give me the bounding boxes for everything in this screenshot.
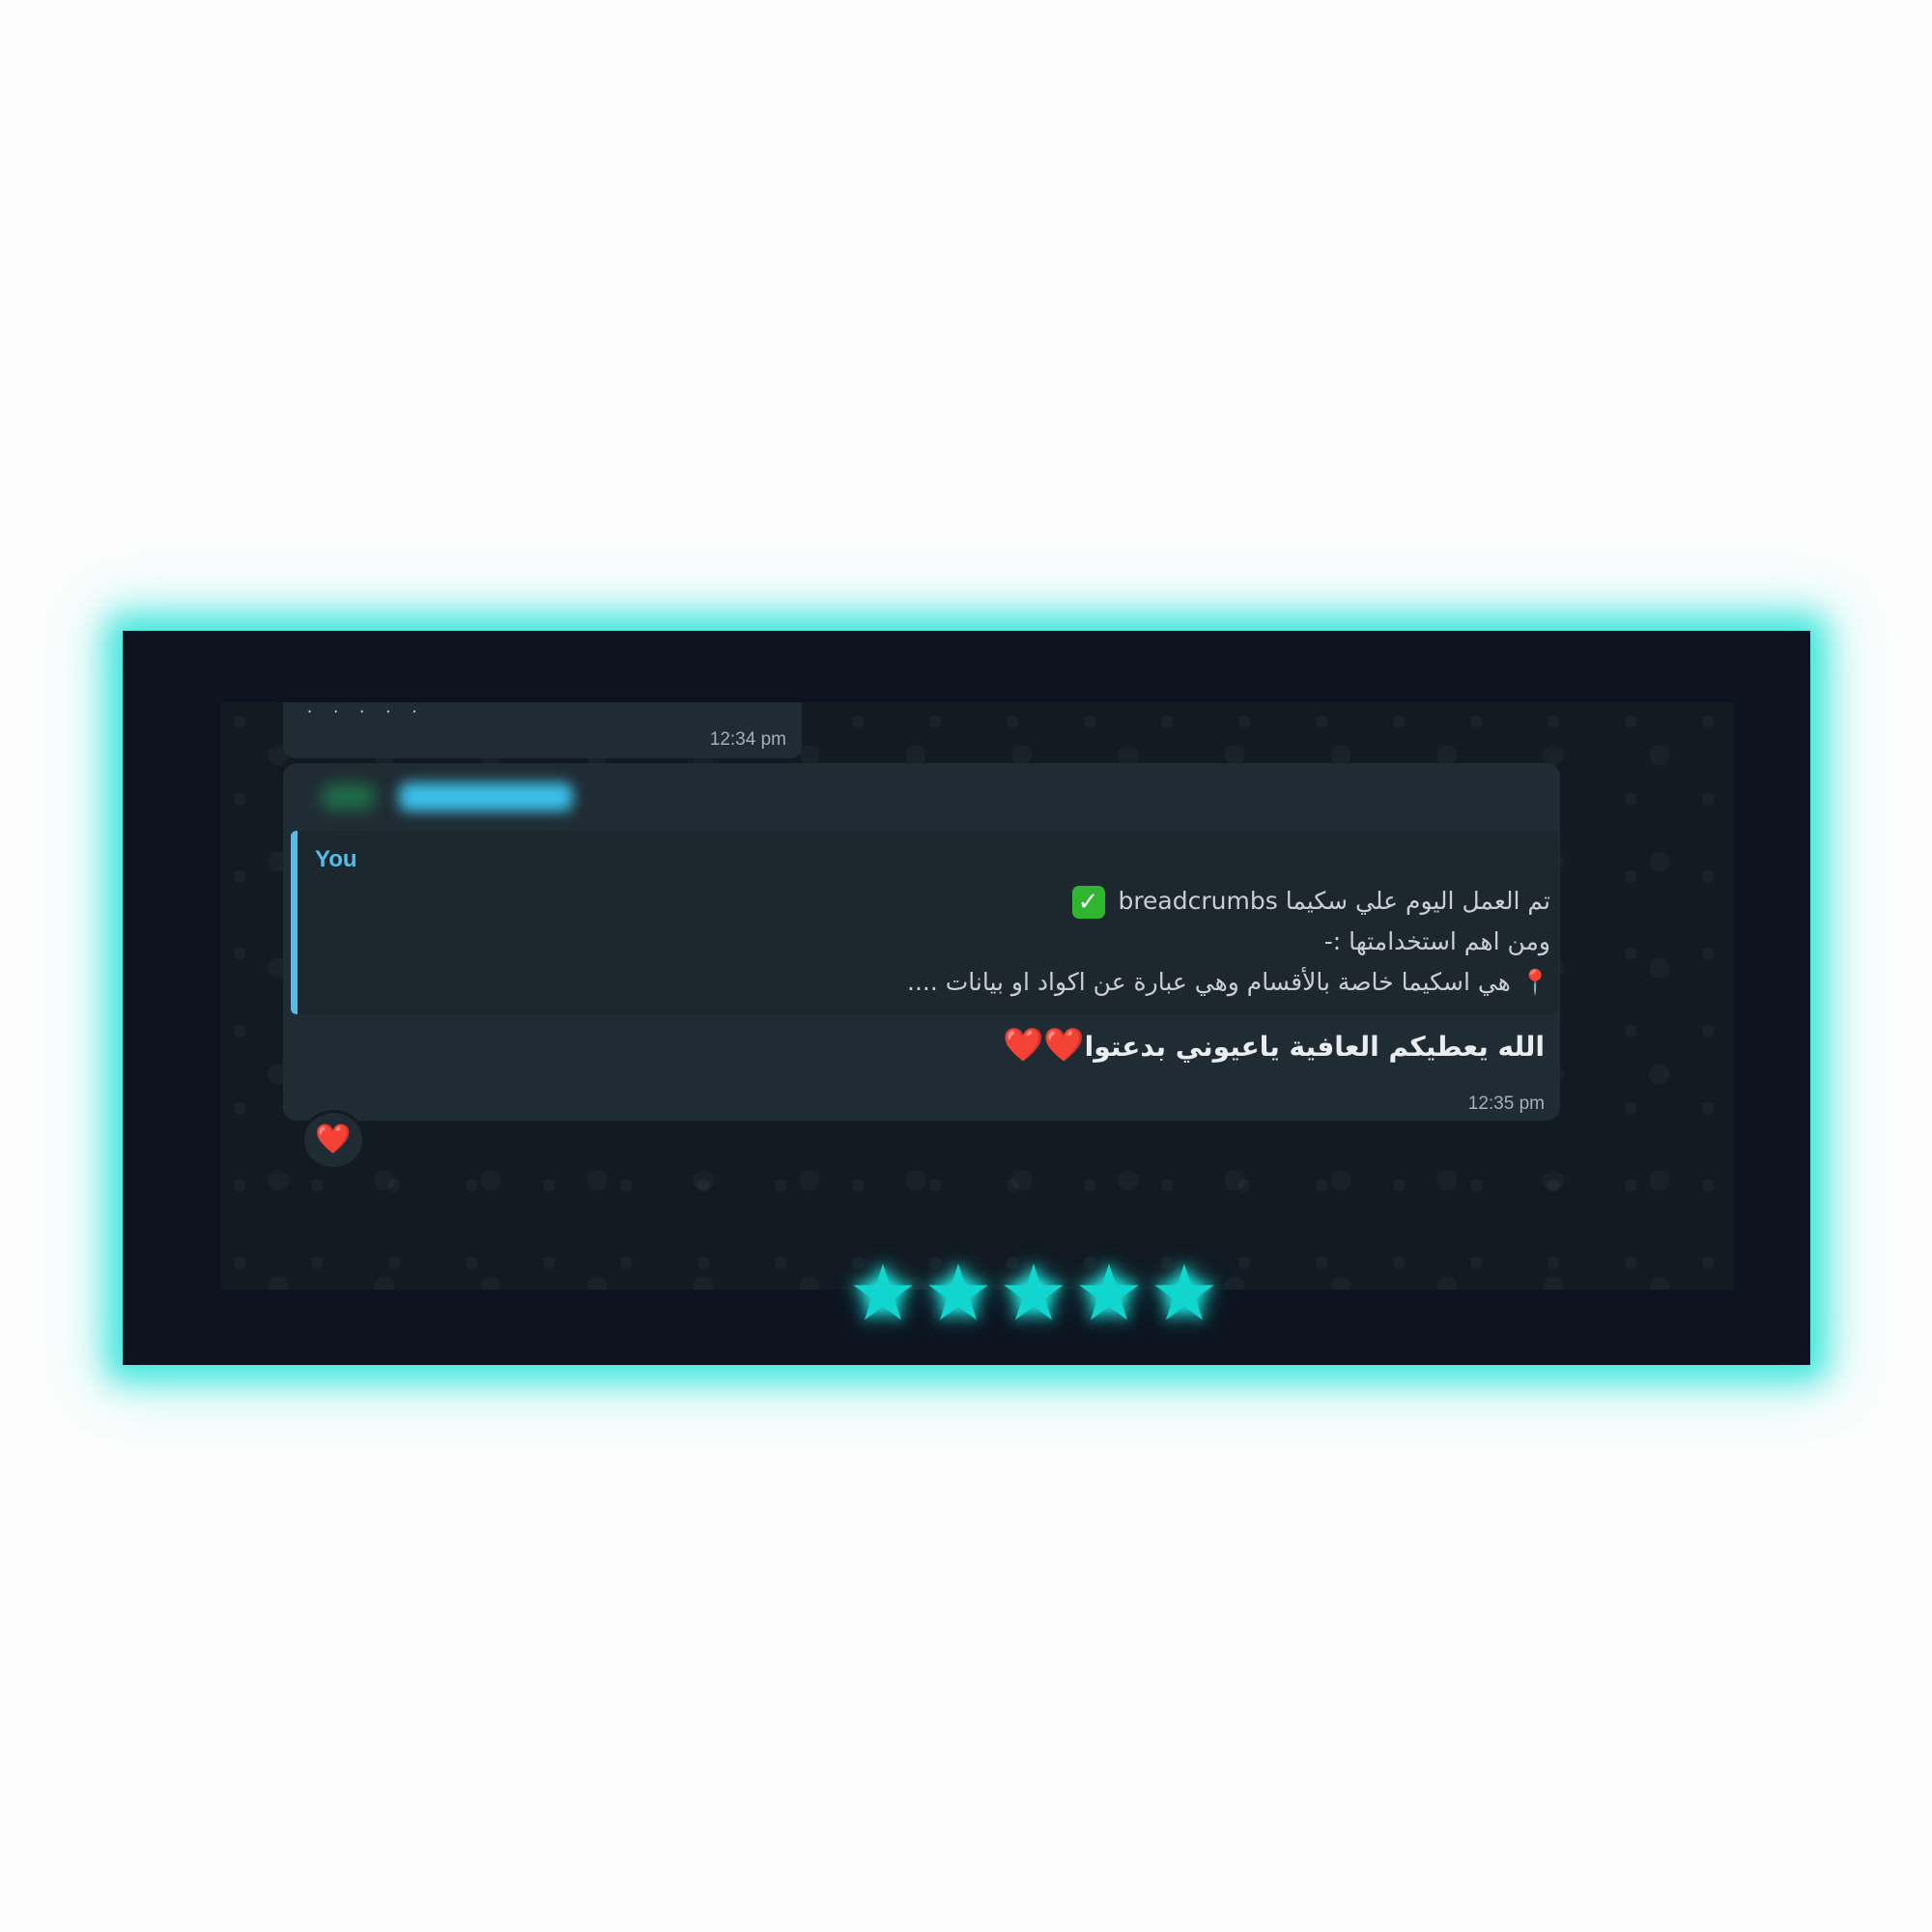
cropped-text: ····· bbox=[307, 702, 439, 721]
star-icon: ★ bbox=[999, 1248, 1068, 1338]
quote-author: You bbox=[315, 846, 357, 872]
quoted-text: تم العمل اليوم علي سكيما breadcrumbs ✓ و… bbox=[907, 881, 1550, 1003]
message-time: 12:34 pm bbox=[709, 729, 786, 750]
round-pushpin-icon: 📍 bbox=[1520, 968, 1550, 996]
previous-message-bubble: ····· 12:34 pm bbox=[283, 702, 802, 758]
blurred-sender-phone bbox=[322, 784, 375, 810]
message-time: 12:35 pm bbox=[1467, 1094, 1545, 1114]
star-rating: ★ ★ ★ ★ ★ bbox=[848, 1248, 1219, 1338]
message-text: الله يعطيكم العافية ياعيوني بدعتوا❤️❤️ bbox=[1003, 1026, 1545, 1065]
reaction-heart-icon[interactable]: ❤️ bbox=[301, 1110, 365, 1170]
chat-area: ····· 12:34 pm You تم العمل اليوم علي سك… bbox=[220, 702, 1734, 1290]
heart-emoji-icon: ❤️❤️ bbox=[1003, 1026, 1085, 1065]
quote-line-2: ومن اهم استخدامتها :- bbox=[1323, 927, 1550, 955]
star-icon: ★ bbox=[1150, 1248, 1219, 1338]
message-bubble[interactable]: You تم العمل اليوم علي سكيما breadcrumbs… bbox=[283, 763, 1560, 1121]
blurred-sender-name bbox=[399, 782, 573, 811]
star-icon: ★ bbox=[848, 1248, 918, 1338]
star-icon: ★ bbox=[923, 1248, 993, 1338]
quote-line-1: تم العمل اليوم علي سكيما breadcrumbs ✓ bbox=[907, 881, 1550, 922]
star-icon: ★ bbox=[1074, 1248, 1144, 1338]
quoted-message[interactable]: You تم العمل اليوم علي سكيما breadcrumbs… bbox=[291, 831, 1558, 1014]
quote-line-3: 📍هي اسكيما خاصة بالأقسام وهي عبارة عن اك… bbox=[907, 968, 1550, 996]
check-mark-button-icon: ✓ bbox=[1071, 886, 1105, 919]
